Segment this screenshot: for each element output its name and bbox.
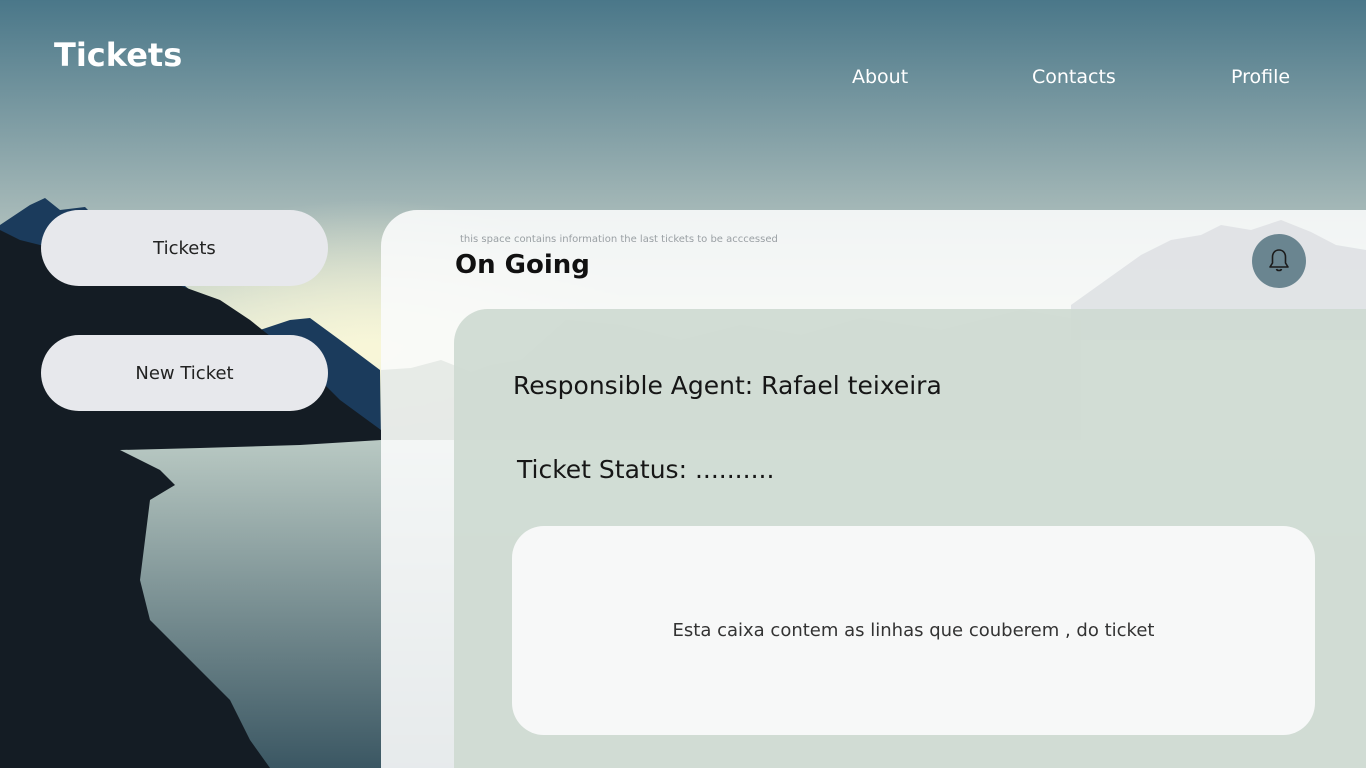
nav-about-link[interactable]: About [852, 66, 908, 88]
notification-button[interactable] [1252, 234, 1306, 288]
ticket-content-text: Esta caixa contem as linhas que couberem… [672, 620, 1155, 641]
ticket-content-box[interactable]: Esta caixa contem as linhas que couberem… [512, 526, 1315, 735]
sidebar-new-ticket-button[interactable]: New Ticket [41, 335, 328, 411]
main-panel: this space contains information the last… [381, 210, 1366, 768]
sidebar-tickets-button[interactable]: Tickets [41, 210, 328, 286]
bell-icon [1269, 249, 1289, 272]
ticket-card: Responsible Agent: Rafael teixeira Ticke… [454, 309, 1366, 768]
section-title: On Going [455, 250, 590, 280]
nav-contacts-link[interactable]: Contacts [1032, 66, 1116, 88]
hint-text: this space contains information the last… [460, 234, 778, 245]
responsible-agent-text: Responsible Agent: Rafael teixeira [513, 371, 942, 400]
ticket-status-text: Ticket Status: .......... [517, 455, 775, 484]
app-title: Tickets [54, 36, 183, 74]
nav-profile-link[interactable]: Profile [1231, 66, 1290, 88]
